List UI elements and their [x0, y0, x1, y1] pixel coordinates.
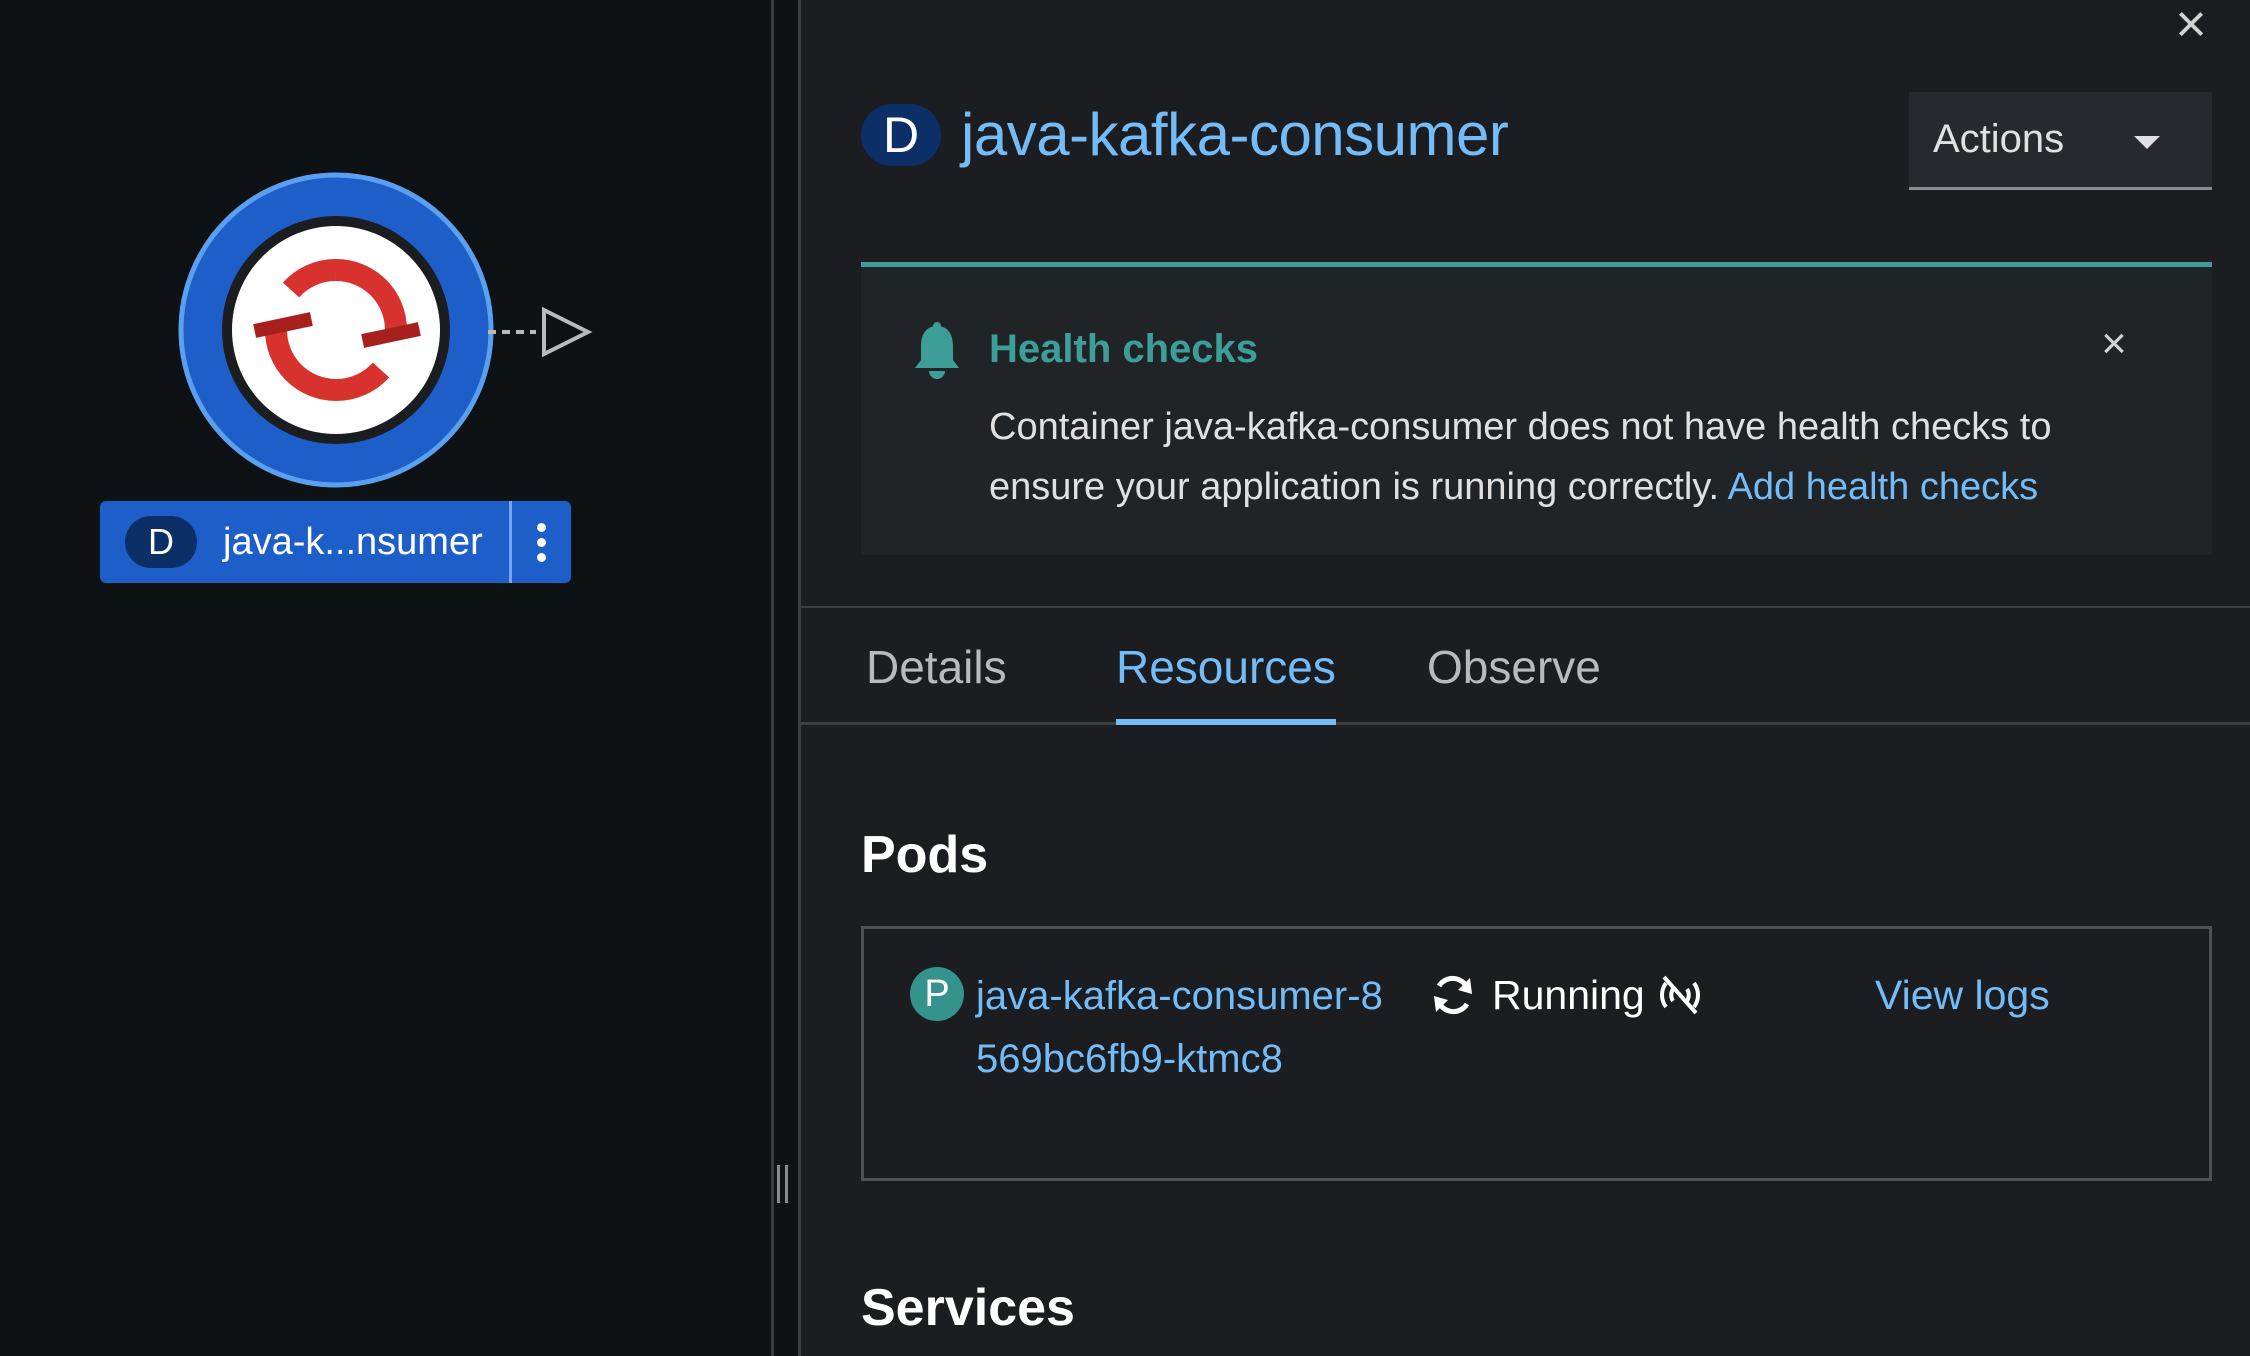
pod-list-item: P java-kafka-consumer-8569bc6fb9-ktmc8 R…: [861, 926, 2212, 1181]
alert-message: Container java-kafka-consumer does not h…: [989, 397, 2139, 517]
close-icon[interactable]: ×: [2161, 0, 2221, 51]
tab-details[interactable]: Details: [866, 608, 1007, 725]
pod-status: Running: [1430, 965, 1645, 1025]
panel-divider: [771, 0, 774, 1356]
actions-label: Actions: [1933, 117, 2065, 161]
pod-status-text: Running: [1492, 971, 1645, 1018]
caret-down-icon: [2134, 136, 2160, 149]
sync-icon: [1434, 975, 1472, 1015]
topology-view: D java-k...nsumer × D java-kafka-consume…: [0, 0, 2250, 1356]
deployment-badge: D: [861, 103, 941, 166]
add-health-checks-link[interactable]: Add health checks: [1728, 466, 2039, 508]
deployment-badge: D: [125, 516, 197, 568]
view-logs-link[interactable]: View logs: [1875, 965, 2050, 1025]
alert-title: Health checks: [989, 327, 1259, 371]
connector-arrow-icon[interactable]: [488, 304, 594, 360]
side-panel: × D java-kafka-consumer Actions Health c…: [798, 0, 2250, 1356]
node-label[interactable]: D java-k...nsumer: [100, 501, 571, 583]
page-title[interactable]: java-kafka-consumer: [961, 100, 1509, 169]
pod-name-link[interactable]: java-kafka-consumer-8569bc6fb9-ktmc8: [976, 965, 1396, 1091]
kebab-menu-icon[interactable]: [509, 501, 571, 583]
resize-handle[interactable]: [777, 1165, 791, 1203]
node-name: java-k...nsumer: [223, 520, 483, 563]
services-heading: Services: [861, 1279, 1075, 1337]
tab-observe[interactable]: Observe: [1427, 608, 1601, 725]
bell-icon: [915, 322, 959, 379]
no-signal-icon: [1660, 975, 1700, 1015]
pods-heading: Pods: [861, 826, 989, 884]
tab-resources[interactable]: Resources: [1116, 608, 1336, 725]
panel-header: D java-kafka-consumer: [861, 100, 1509, 169]
actions-dropdown[interactable]: Actions: [1909, 92, 2212, 190]
health-checks-alert: Health checks × Container java-kafka-con…: [861, 262, 2212, 555]
close-icon[interactable]: ×: [2094, 322, 2134, 366]
topology-canvas[interactable]: D java-k...nsumer: [0, 0, 771, 1356]
tab-bar: Details Resources Observe: [801, 608, 2250, 725]
pod-badge: P: [910, 967, 964, 1021]
workload-node[interactable]: [176, 170, 496, 490]
